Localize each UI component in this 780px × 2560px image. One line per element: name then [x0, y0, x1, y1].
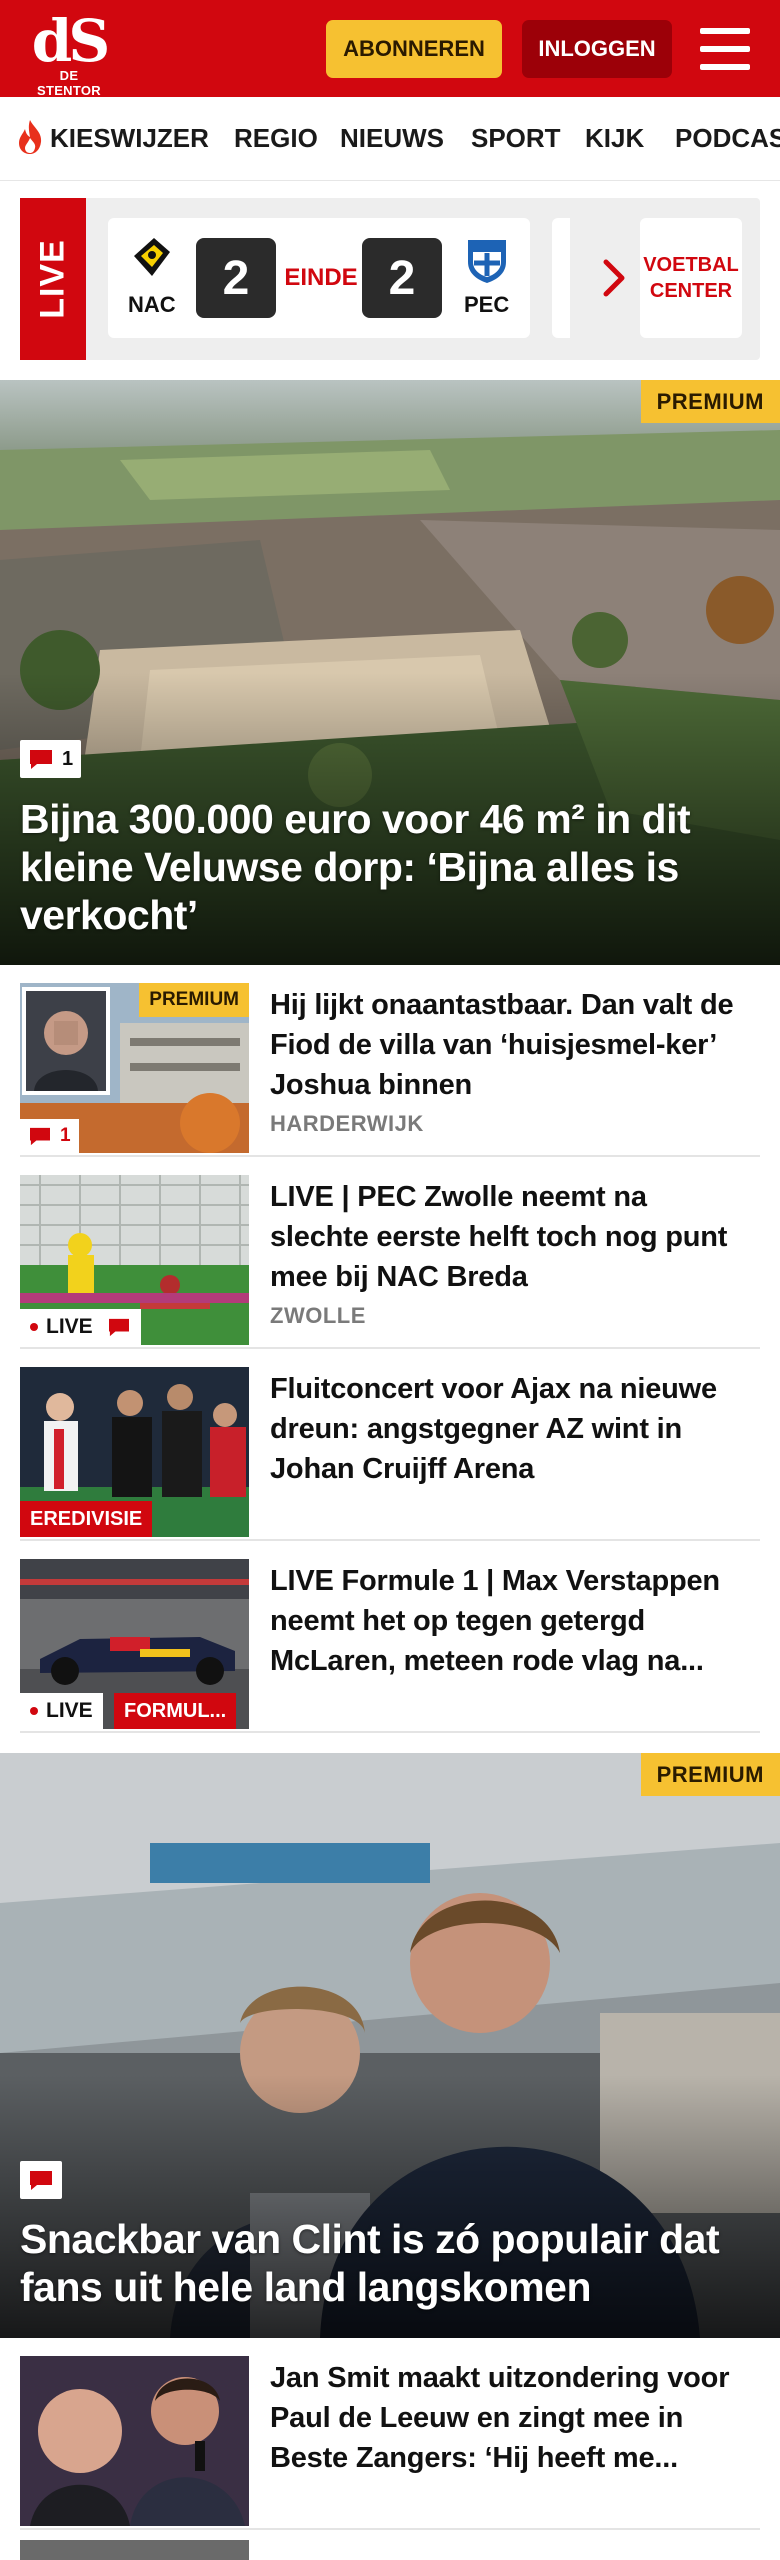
hero-article[interactable]: PREMIUM 1 Bijna 300.000 euro voor 46 m² …: [0, 380, 780, 965]
nac-crest-icon: [134, 238, 170, 276]
article-location-tag: HARDERWIJK: [270, 1111, 424, 1136]
subscribe-button[interactable]: ABONNEREN: [326, 20, 502, 78]
article-title[interactable]: LIVE | PEC Zwolle neemt na slechte eerst…: [270, 1177, 750, 1297]
article-row[interactable]: LIVE FORMUL... LIVE Formule 1 | Max Vers…: [20, 1541, 760, 1733]
premium-badge: PREMIUM: [640, 380, 780, 423]
article-thumbnail-partial: [20, 2540, 249, 2560]
hero-article[interactable]: PREMIUM Snackbar van Clint is zó populai…: [0, 1753, 780, 2338]
live-badge: LIVE: [20, 1309, 141, 1345]
site-header: dS DE STENTOR ABONNEREN INLOGGEN: [0, 0, 780, 98]
premium-badge: PREMIUM: [139, 983, 249, 1017]
premium-badge: PREMIUM: [640, 1753, 780, 1796]
article-title[interactable]: Jan Smit maakt uitzondering voor Paul de…: [270, 2358, 750, 2478]
category-badge: EREDIVISIE: [20, 1501, 153, 1537]
comment-chip[interactable]: [20, 2161, 62, 2199]
hero-title[interactable]: Snackbar van Clint is zó populair dat fa…: [20, 2215, 760, 2311]
article-title[interactable]: LIVE Formule 1 | Max Verstappen neemt he…: [270, 1561, 750, 1681]
article-location-tag: ZWOLLE: [270, 1303, 366, 1328]
comment-icon: [30, 1127, 50, 1146]
nav-item-kijk[interactable]: KIJK: [585, 123, 644, 154]
flame-icon: [19, 120, 42, 154]
live-badge: LIVE: [20, 1693, 103, 1729]
article-row[interactable]: EREDIVISIE Fluitconcert voor Ajax na nie…: [20, 1349, 760, 1541]
away-score: 2: [362, 238, 442, 318]
live-badge-label: LIVE: [46, 1699, 93, 1722]
article-thumbnail: EREDIVISIE: [20, 1367, 249, 1537]
comment-count-chip[interactable]: 1: [20, 1119, 79, 1153]
article-row[interactable]: PREMIUM 1 Hij lijkt onaantastbaar. Dan v…: [20, 965, 760, 1157]
hamburger-icon[interactable]: [700, 26, 752, 72]
site-logo[interactable]: dS DE STENTOR: [26, 7, 116, 98]
article-thumbnail: LIVE: [20, 1175, 249, 1345]
away-team-name: PEC: [464, 292, 510, 317]
nav-item-podcast[interactable]: PODCAS: [675, 123, 780, 154]
home-score: 2: [196, 238, 276, 318]
login-button[interactable]: INLOGGEN: [522, 20, 672, 78]
comment-count-chip[interactable]: 1: [20, 740, 82, 778]
nav-item-regio[interactable]: REGIO: [234, 123, 318, 154]
category-badge: FORMUL...: [114, 1693, 237, 1729]
live-badge-label: LIVE: [46, 1315, 93, 1338]
nav-item-kieswijzer[interactable]: KIESWIJZER: [50, 123, 209, 154]
hero-title[interactable]: Bijna 300.000 euro voor 46 m² in dit kle…: [20, 795, 760, 939]
article-title[interactable]: Hij lijkt onaantastbaar. Dan valt de Fio…: [270, 985, 750, 1105]
article-thumbnail: [20, 2356, 249, 2526]
article-thumbnail: PREMIUM 1: [20, 983, 249, 1153]
home-team-name: NAC: [128, 292, 176, 317]
article-title[interactable]: Fluitconcert voor Ajax na nieuwe dreun: …: [270, 1369, 750, 1489]
comment-count: 1: [60, 1125, 71, 1146]
comment-icon: [30, 750, 52, 769]
nav-item-sport[interactable]: SPORT: [471, 123, 561, 154]
live-score-widget: LIVE NAC 2 EINDE 2 PEC VOETBAL CENTER: [20, 198, 760, 360]
match-status: EINDE: [284, 264, 358, 291]
nav-item-nieuws[interactable]: NIEUWS: [340, 123, 444, 154]
comment-icon: [30, 2171, 52, 2190]
voetbal-center-button[interactable]: VOETBAL CENTER: [640, 218, 742, 338]
article-row[interactable]: Jan Smit maakt uitzondering voor Paul de…: [20, 2338, 760, 2530]
next-match-card[interactable]: [552, 218, 570, 338]
live-dot-icon: [30, 1323, 38, 1331]
comment-count: 1: [62, 747, 74, 770]
voetbal-center-label: VOETBAL CENTER: [643, 254, 739, 302]
comment-icon: [108, 1318, 129, 1337]
chevron-right-icon[interactable]: [600, 258, 628, 298]
live-dot-icon: [30, 1707, 38, 1715]
article-thumbnail: LIVE FORMUL...: [20, 1559, 249, 1729]
pec-crest-icon: [468, 240, 506, 283]
logo-mark: dS: [31, 7, 110, 75]
main-nav: KIESWIJZER REGIO NIEUWS SPORT KIJK PODCA…: [0, 97, 780, 181]
article-row[interactable]: LIVE LIVE | PEC Zwolle neemt na slechte …: [20, 1157, 760, 1349]
live-label: LIVE: [20, 198, 86, 360]
match-card[interactable]: NAC 2 EINDE 2 PEC: [108, 218, 530, 338]
